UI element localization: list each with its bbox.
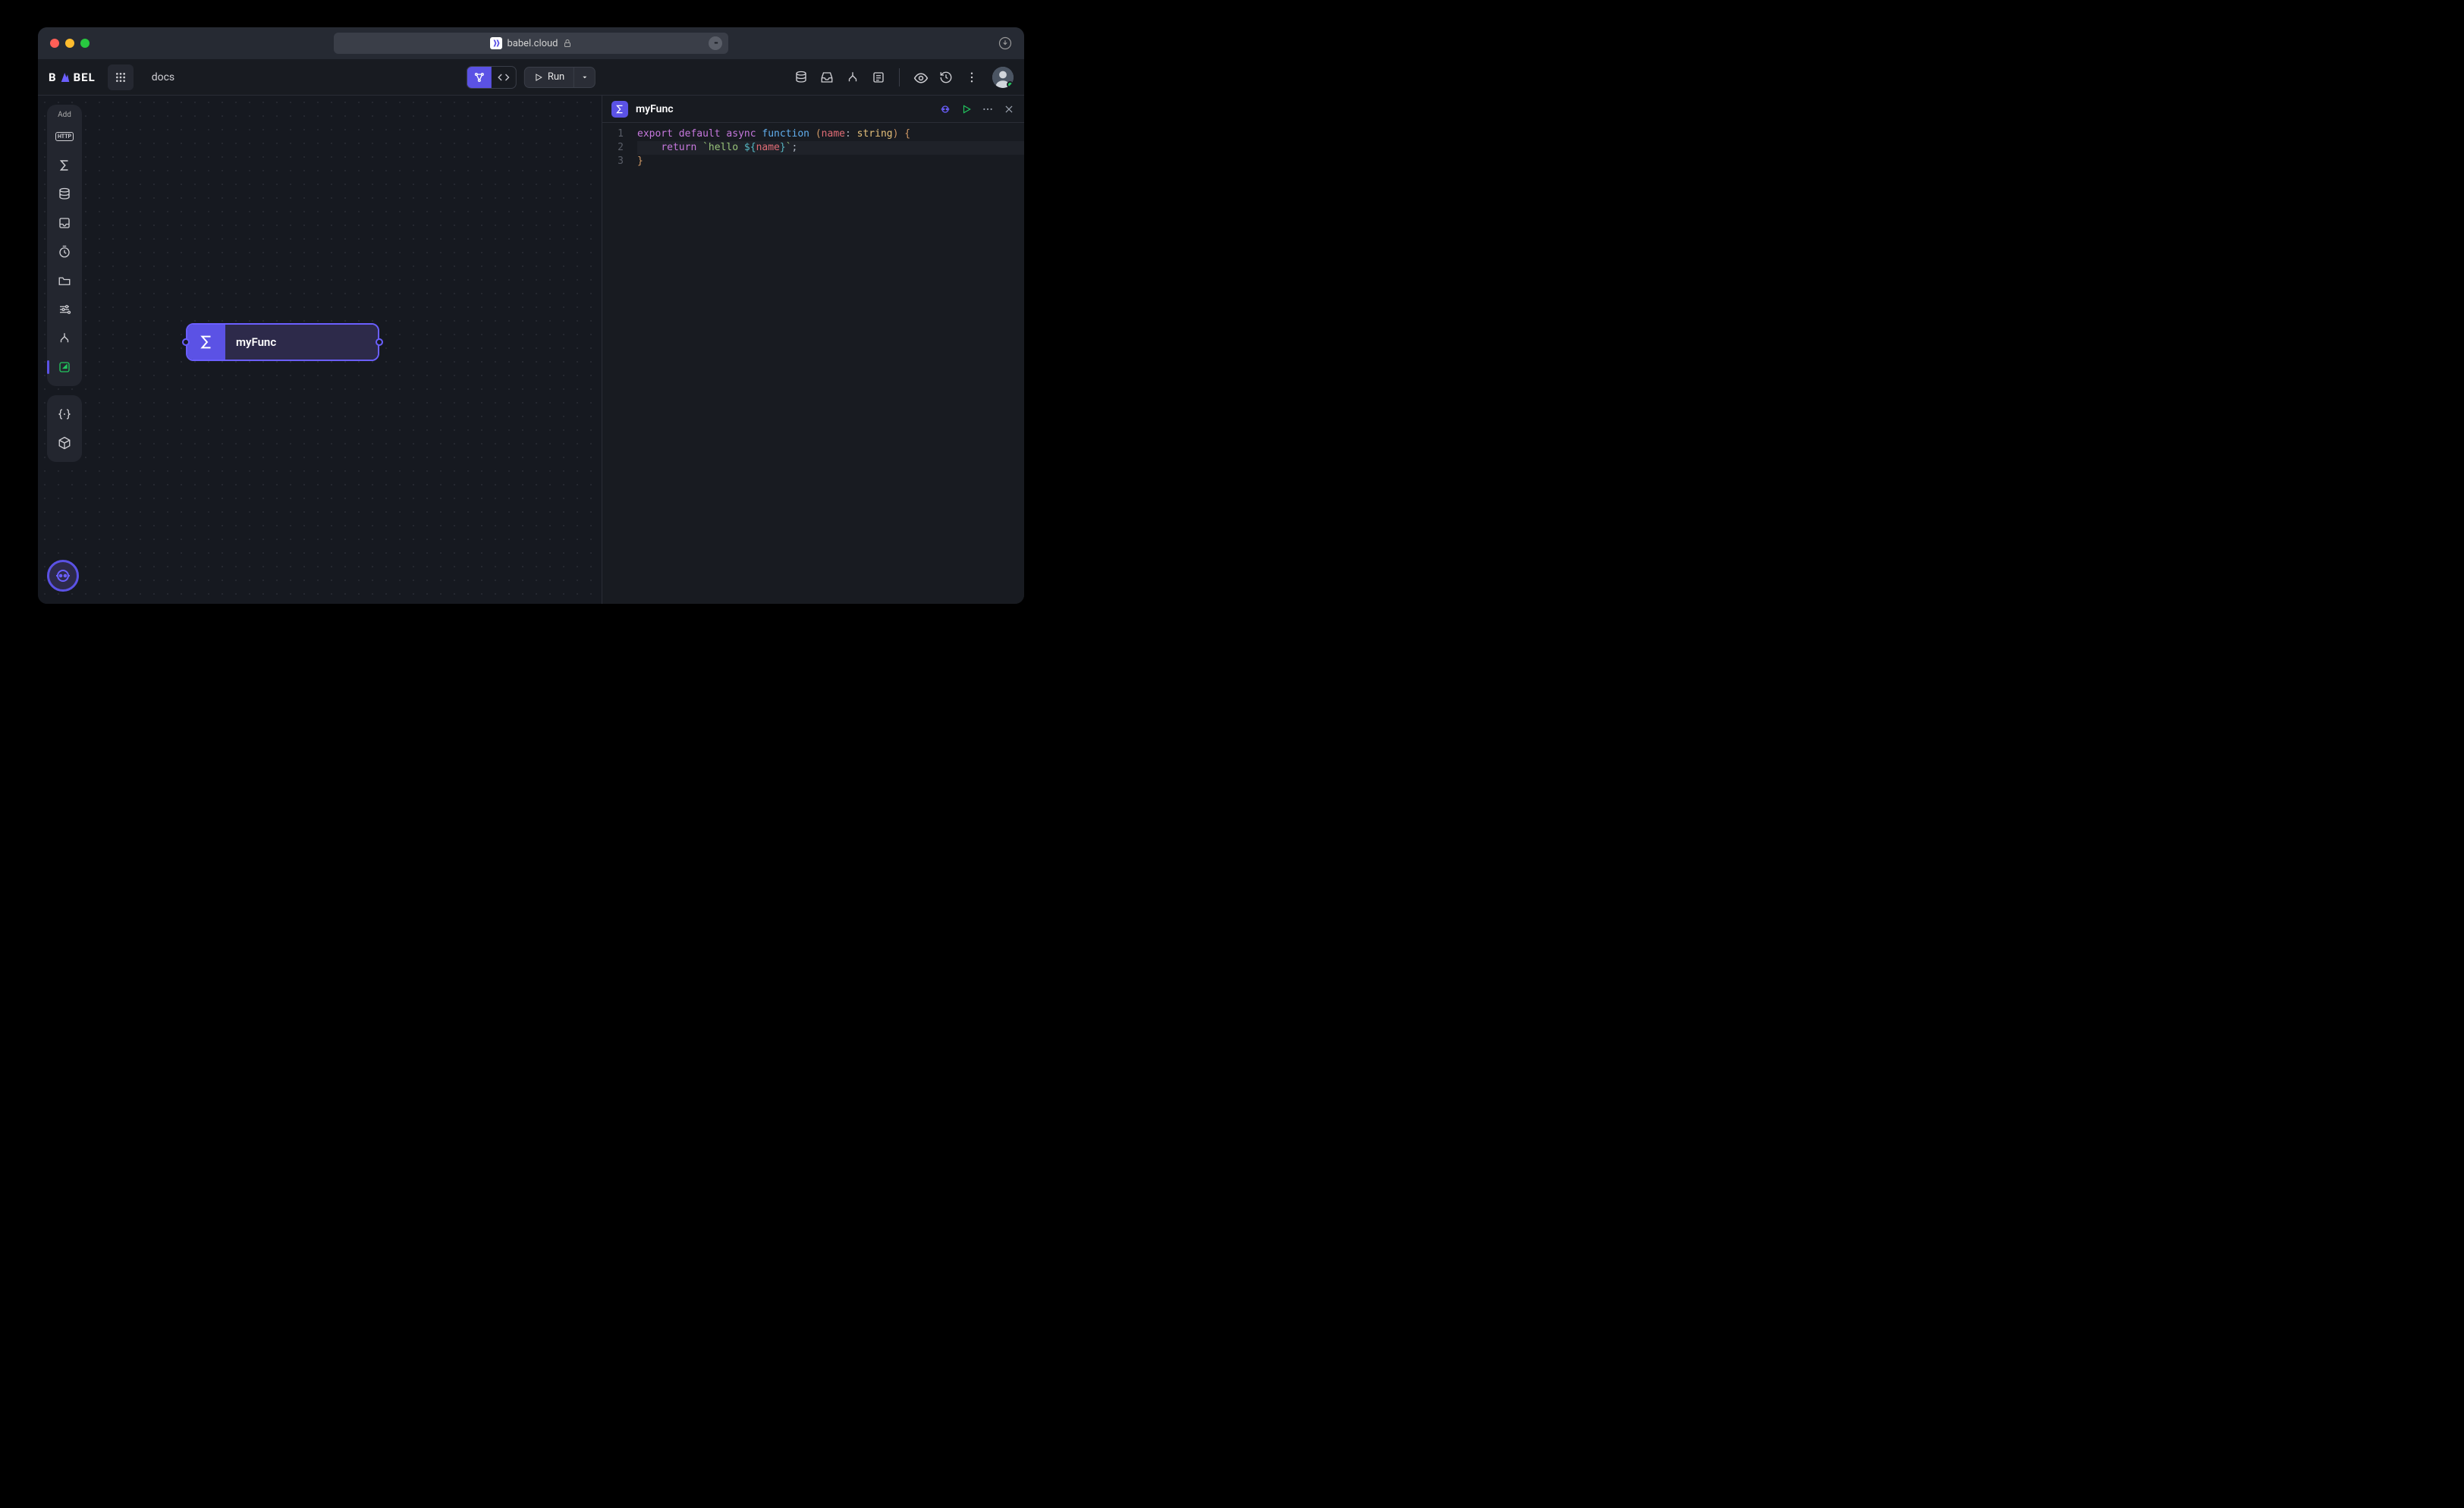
add-rail-label: Add (58, 111, 71, 119)
more-horizontal-icon[interactable] (982, 103, 994, 115)
assistant-fab[interactable] (47, 560, 79, 592)
distribute-tool[interactable] (52, 325, 77, 351)
history-icon[interactable] (939, 71, 953, 84)
url-overflow-icon[interactable]: ••• (709, 36, 722, 50)
logo-suffix: BEL (74, 71, 96, 84)
node-output-port[interactable] (376, 338, 383, 346)
settings-tool[interactable] (52, 297, 77, 322)
node-body: myFunc (225, 325, 378, 360)
url-bar[interactable]: babel.cloud ••• (334, 33, 728, 54)
topbar-icon-group-2 (913, 71, 979, 84)
function-badge-icon (611, 101, 628, 118)
line-number: 2 (602, 141, 624, 155)
inbox-icon[interactable] (820, 71, 834, 84)
braces-tool[interactable] (52, 401, 77, 427)
graph-view-toggle[interactable] (467, 67, 492, 88)
list-icon[interactable] (872, 71, 885, 84)
ai-assist-icon[interactable] (939, 103, 951, 115)
distribute-icon[interactable] (846, 71, 860, 84)
logo-prefix: B (49, 71, 57, 84)
run-button[interactable]: Run (525, 68, 574, 87)
code-area[interactable]: 1 2 3 export default async function (nam… (602, 123, 1024, 604)
left-rails: Add HTTP (47, 105, 82, 462)
folder-tool[interactable] (52, 268, 77, 294)
topbar-center: Run (467, 66, 596, 89)
topbar-icon-group-1 (794, 71, 885, 84)
run-function-icon[interactable] (960, 103, 973, 115)
main: Add HTTP (38, 96, 1024, 604)
url-text: babel.cloud (507, 38, 558, 49)
avatar[interactable] (992, 67, 1014, 88)
editor-panel: myFunc 1 2 3 export default async functi… (602, 96, 1024, 604)
code-content[interactable]: export default async function (name: str… (630, 123, 1024, 604)
canvas[interactable]: myFunc (38, 96, 602, 604)
close-panel-icon[interactable] (1003, 103, 1015, 115)
app-logo[interactable]: B BEL (49, 71, 96, 84)
node-title: myFunc (236, 335, 276, 349)
code-view-toggle[interactable] (492, 67, 516, 88)
topbar-right (794, 67, 1014, 88)
view-toggle (467, 66, 517, 89)
site-favicon-icon (490, 37, 502, 49)
play-icon (534, 73, 543, 82)
run-group: Run (524, 67, 596, 88)
traffic-lights (50, 39, 90, 48)
database-icon[interactable] (794, 71, 808, 84)
code-line-2: return `hello ${name}`; (637, 141, 1024, 155)
editor-header-right (939, 103, 1015, 115)
more-vertical-icon[interactable] (965, 71, 979, 84)
apps-grid-button[interactable] (108, 64, 134, 90)
function-node[interactable]: myFunc (186, 323, 379, 361)
database-tool[interactable] (52, 181, 77, 207)
app-window: babel.cloud ••• B BEL docs (38, 27, 1024, 604)
run-label: Run (548, 71, 564, 83)
line-numbers: 1 2 3 (602, 123, 630, 604)
code-line-1: export default async function (name: str… (637, 127, 1024, 141)
titlebar-right (998, 36, 1012, 50)
component-tool[interactable] (52, 354, 77, 380)
window-close-light[interactable] (50, 39, 59, 48)
timer-tool[interactable] (52, 239, 77, 265)
editor-title: myFunc (636, 103, 674, 115)
run-dropdown[interactable] (574, 68, 595, 87)
inbox-tool[interactable] (52, 210, 77, 236)
function-tool[interactable] (52, 152, 77, 178)
divider (899, 68, 900, 86)
presence-dot (1007, 81, 1014, 88)
editor-header: myFunc (602, 96, 1024, 123)
node-input-port[interactable] (182, 338, 190, 346)
http-tool[interactable]: HTTP (52, 124, 77, 149)
breadcrumb[interactable]: docs (152, 71, 174, 83)
sigma-icon (58, 159, 71, 172)
bot-icon (54, 567, 72, 585)
download-icon[interactable] (998, 36, 1012, 50)
lock-icon (563, 39, 572, 48)
window-zoom-light[interactable] (80, 39, 90, 48)
sigma-icon (198, 334, 215, 350)
window-minimize-light[interactable] (65, 39, 74, 48)
line-number: 3 (602, 155, 624, 168)
add-rail: Add HTTP (47, 105, 82, 386)
http-badge: HTTP (55, 132, 74, 141)
package-tool[interactable] (52, 430, 77, 456)
chevron-down-icon (581, 74, 589, 81)
node-icon-box (187, 325, 225, 360)
eye-icon[interactable] (913, 71, 927, 84)
logo-mark-icon (58, 71, 72, 84)
extra-rail (47, 395, 82, 462)
topbar: B BEL docs Run (38, 59, 1024, 96)
titlebar: babel.cloud ••• (38, 27, 1024, 59)
code-line-3: } (637, 155, 1024, 168)
line-number: 1 (602, 127, 624, 141)
